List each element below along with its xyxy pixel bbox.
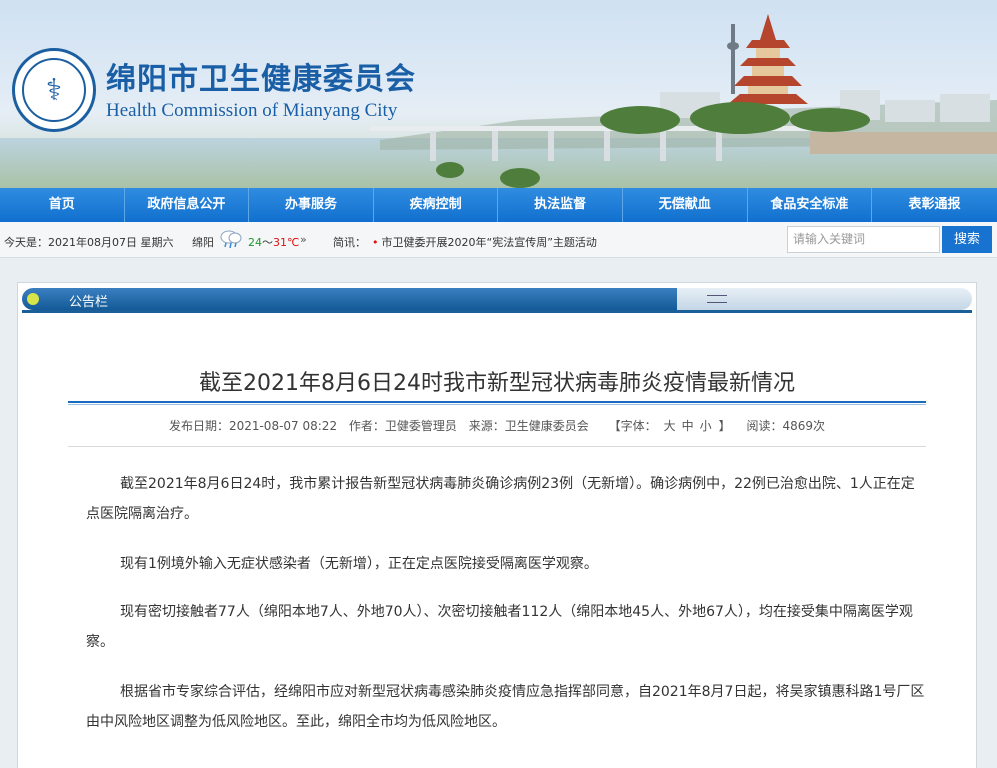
- temp-low: 24: [248, 236, 262, 249]
- view-count: 阅读：4869次: [746, 419, 826, 433]
- site-subtitle: Health Commission of Mianyang City: [106, 100, 398, 121]
- caduceus-icon: ⚕: [22, 58, 86, 122]
- article-author: 作者：卫健委管理员: [348, 419, 457, 433]
- notice-link[interactable]: 市卫健委开展2020年“宪法宣传周”主题活动: [382, 236, 597, 249]
- panel-header: 公告栏: [22, 288, 972, 310]
- font-size-control: 【字体： 大中小】: [605, 419, 735, 433]
- bullet-icon: •: [372, 236, 379, 249]
- title-divider: [68, 401, 926, 405]
- rain-cloud-icon: [220, 230, 242, 249]
- search-button[interactable]: 搜索: [942, 226, 992, 253]
- nav-item-food-safety[interactable]: 食品安全标准: [748, 188, 873, 222]
- site-logo[interactable]: ⚕: [12, 48, 96, 132]
- font-size-close: 】: [718, 419, 731, 433]
- temperature-range: 24～31℃: [248, 234, 299, 250]
- font-size-label: 【字体：: [608, 419, 657, 433]
- site-title: 绵阳市卫生健康委员会: [106, 62, 416, 97]
- panel-tab: 公告栏: [22, 288, 677, 310]
- temp-high: 31℃: [273, 236, 300, 249]
- font-large-link[interactable]: 大: [664, 419, 676, 433]
- font-small-link[interactable]: 小: [700, 419, 712, 433]
- notice-label: 简讯：: [333, 236, 366, 249]
- content-card: 公告栏 截至2021年8月6日24时我市新型冠状病毒肺炎疫情最新情况 发布日期：…: [17, 282, 977, 768]
- weather-city: 绵阳: [192, 236, 214, 249]
- nav-item-disease-control[interactable]: 疾病控制: [374, 188, 499, 222]
- panel-title: 公告栏: [69, 295, 109, 310]
- main-nav: 首页 政府信息公开 办事服务 疾病控制 执法监督 无偿献血 食品安全标准 表彰通…: [0, 188, 997, 222]
- temp-separator: ～: [262, 236, 273, 249]
- panel-decoration: [677, 288, 972, 310]
- article-paragraph: 根据省市专家综合评估，经绵阳市应对新型冠状病毒感染肺炎疫情应急指挥部同意，自20…: [86, 684, 925, 730]
- nav-item-blood-donation[interactable]: 无偿献血: [623, 188, 748, 222]
- header-banner: ⚕ 绵阳市卫生健康委员会 Health Commission of Mianya…: [0, 0, 997, 188]
- search-input[interactable]: 请输入关键词: [787, 226, 940, 253]
- nav-item-services[interactable]: 办事服务: [249, 188, 374, 222]
- play-icon: [27, 293, 39, 305]
- publish-date: 发布日期：2021-08-07 08:22: [168, 419, 338, 433]
- meta-divider: [68, 446, 926, 447]
- article-title: 截至2021年8月6日24时我市新型冠状病毒肺炎疫情最新情况: [199, 371, 795, 396]
- panel-divider: [22, 310, 972, 313]
- nav-item-commendation[interactable]: 表彰通报: [872, 188, 997, 222]
- nav-item-law-enforcement[interactable]: 执法监督: [498, 188, 623, 222]
- article-paragraph: 现有1例境外输入无症状感染者（无新增），正在定点医院接受隔离医学观察。: [120, 556, 598, 572]
- article-paragraph: 现有密切接触者77人（绵阳本地7人、外地70人）、次密切接触者112人（绵阳本地…: [86, 604, 913, 650]
- notice-ticker[interactable]: • 市卫健委开展2020年“宪法宣传周”主题活动: [372, 234, 597, 250]
- stripes-icon: [707, 295, 727, 303]
- article-source: 来源：卫生健康委员会: [468, 419, 589, 433]
- nav-item-home[interactable]: 首页: [0, 188, 125, 222]
- font-medium-link[interactable]: 中: [682, 419, 694, 433]
- article-paragraph: 截至2021年8月6日24时，我市累计报告新型冠状病毒肺炎确诊病例23例（无新增…: [86, 476, 915, 522]
- article-meta: 发布日期：2021-08-07 08:22 作者：卫健委管理员 来源：卫生健康委…: [18, 417, 976, 434]
- weather-more-icon[interactable]: »: [300, 233, 307, 246]
- current-date: 今天是：2021年08月07日 星期六: [4, 236, 174, 249]
- nav-item-gov-info[interactable]: 政府信息公开: [125, 188, 250, 222]
